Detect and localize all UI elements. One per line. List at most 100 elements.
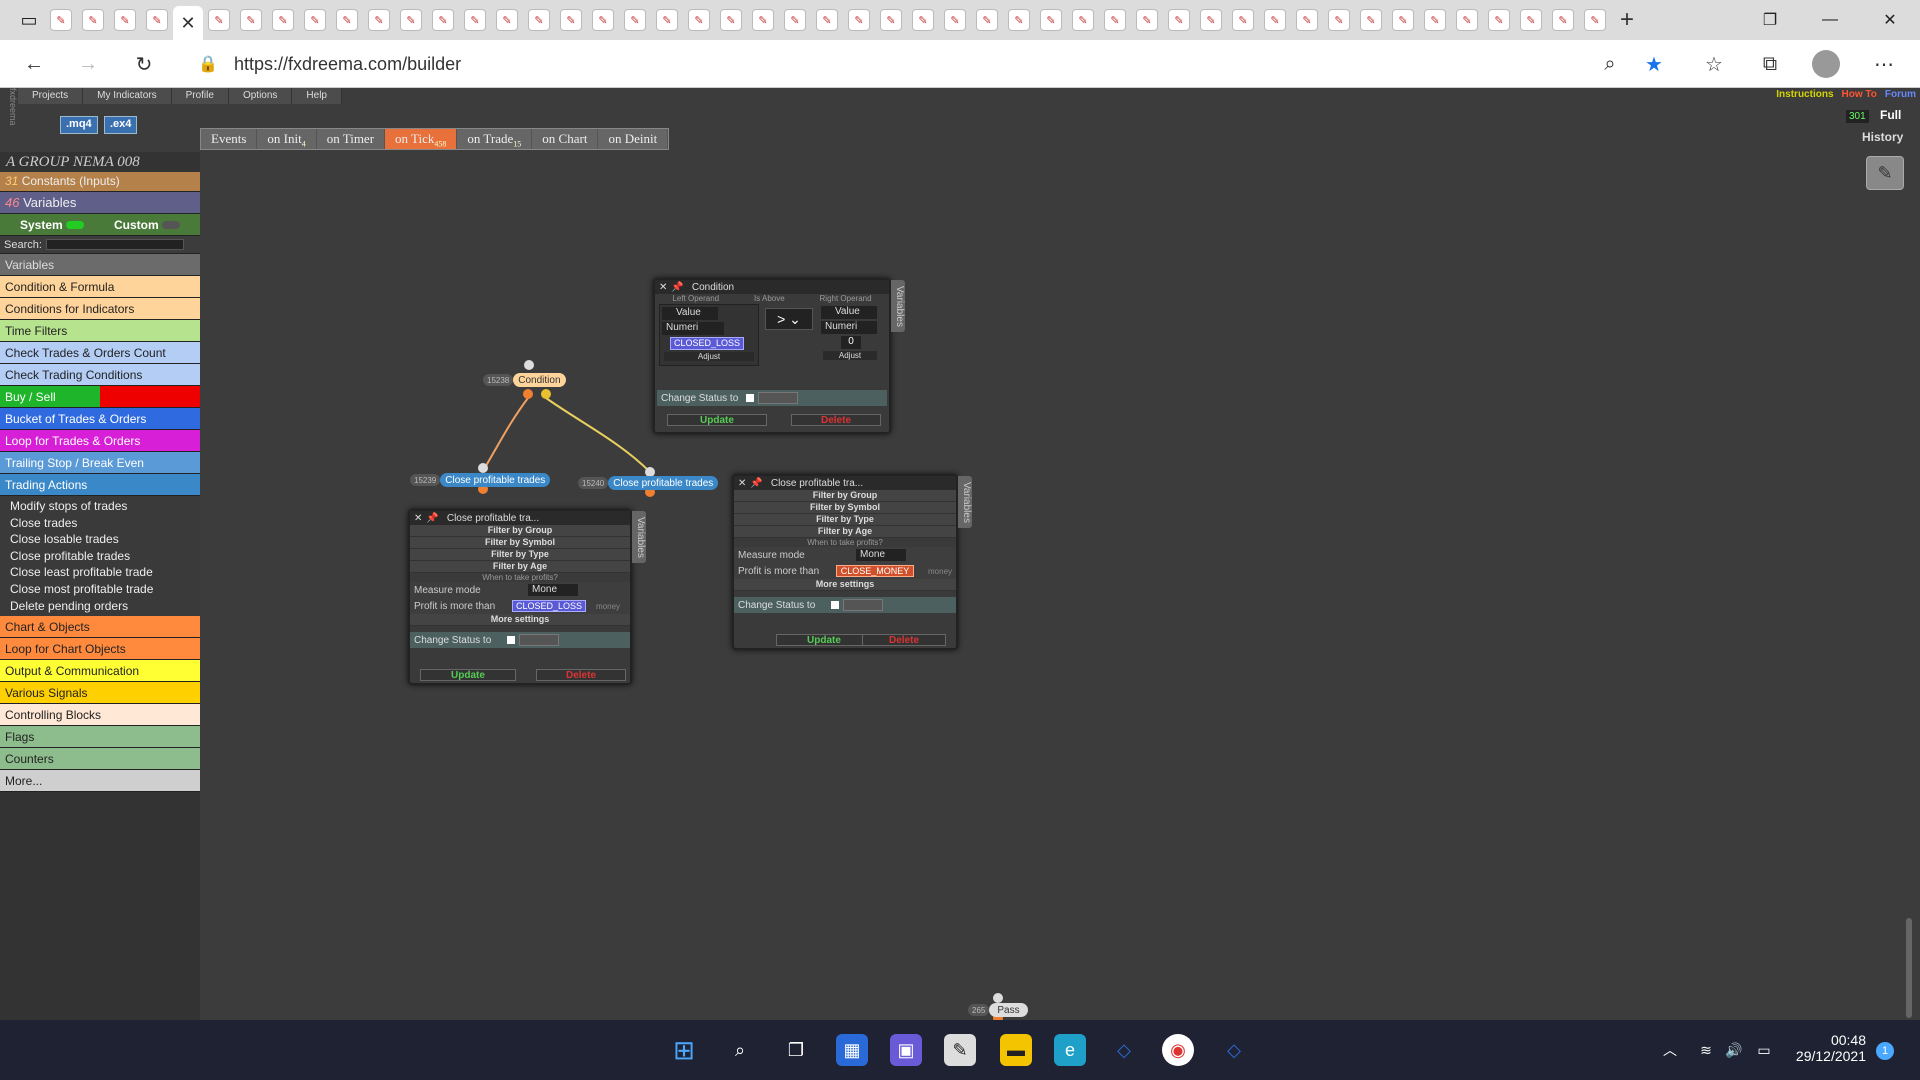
browser-tab-icon[interactable]: ✎ <box>592 9 614 31</box>
trading-action-item[interactable]: Delete pending orders <box>0 598 200 615</box>
browser-tab-icon[interactable]: ✎ <box>464 9 486 31</box>
pin-icon[interactable]: 📌 <box>671 282 683 293</box>
pin-icon[interactable]: 📌 <box>750 478 762 489</box>
right-adjust-button[interactable]: Adjust <box>823 351 877 360</box>
browser-tab-icon[interactable]: ✎ <box>976 9 998 31</box>
browser-tab-icon[interactable]: ✎ <box>1168 9 1190 31</box>
category-categories2-2[interactable]: Output & Communication <box>0 660 200 683</box>
update-button[interactable]: Update <box>420 669 516 681</box>
change-status-input[interactable] <box>843 599 884 611</box>
category-categories-1[interactable]: Condition & Formula <box>0 276 200 298</box>
update-button[interactable]: Update <box>667 414 767 426</box>
category-categories2-3[interactable]: Various Signals <box>0 682 200 705</box>
category-categories-5[interactable]: Check Trading Conditions <box>0 364 200 386</box>
search-input[interactable] <box>45 239 184 250</box>
variables-tab[interactable]: Variables <box>632 511 646 563</box>
more-menu-icon[interactable]: ⋯ <box>1868 48 1900 80</box>
browser-tab-icon[interactable]: ✎ <box>944 9 966 31</box>
trading-action-item[interactable]: Modify stops of trades <box>0 498 200 515</box>
browser-tab-icon[interactable]: ✎ <box>1200 9 1222 31</box>
browser-tab-icon[interactable]: ✎ <box>560 9 582 31</box>
browser-tab-icon[interactable]: ✎ <box>656 9 678 31</box>
category-categories-8[interactable]: Loop for Trades & Orders <box>0 430 200 452</box>
history-button[interactable]: History <box>1862 130 1903 144</box>
menu-options[interactable]: Options <box>229 88 293 104</box>
browser-tab-icon[interactable]: ✎ <box>50 9 72 31</box>
change-status-input[interactable] <box>519 634 560 646</box>
browser-tab-icon[interactable]: ✎ <box>400 9 422 31</box>
builder-canvas[interactable]: 15238 Condition 15239 Close profitable t… <box>200 152 1920 1020</box>
browser-tab-icon[interactable]: ✎ <box>146 9 168 31</box>
tray-chevron-icon[interactable]: ︿ <box>1654 1034 1686 1066</box>
clock[interactable]: 00:48 29/12/2021 <box>1794 1032 1866 1064</box>
browser-tab-icon[interactable]: ✎ <box>752 9 774 31</box>
menu-profile[interactable]: Profile <box>172 88 229 104</box>
metaeditor-icon-1[interactable]: ◇ <box>1108 1034 1140 1066</box>
browser-tab-icon[interactable]: ✎ <box>1104 9 1126 31</box>
chrome-icon[interactable]: ◉ <box>1162 1034 1194 1066</box>
change-status-checkbox[interactable] <box>831 601 840 609</box>
category-categories-4[interactable]: Check Trades & Orders Count <box>0 342 200 364</box>
browser-tab-icon[interactable]: ✎ <box>496 9 518 31</box>
browser-tab-icon[interactable]: ✎ <box>114 9 136 31</box>
favorites-icon[interactable]: ☆ <box>1698 48 1730 80</box>
measure-mode-select[interactable]: Mone <box>856 549 906 561</box>
trading-action-item[interactable]: Close most profitable trade <box>0 581 200 598</box>
menu-help[interactable]: Help <box>292 88 342 104</box>
category-categories-6[interactable]: Buy / Sell <box>0 386 200 408</box>
start-icon[interactable]: ⊞ <box>668 1034 700 1066</box>
measure-mode-select[interactable]: Mone <box>528 584 578 596</box>
category-categories-3[interactable]: Time Filters <box>0 320 200 342</box>
close-panel-icon[interactable]: ✕ <box>659 282 667 293</box>
browser-tab-icon[interactable]: ✎ <box>1552 9 1574 31</box>
event-tab-2[interactable]: on Timer <box>317 129 386 149</box>
event-tab-4[interactable]: on Trade15 <box>457 129 533 149</box>
widgets-icon[interactable]: ▦ <box>836 1034 868 1066</box>
right-type-select[interactable]: Value <box>821 306 877 319</box>
new-tab-button[interactable]: + <box>1616 6 1638 33</box>
delete-button[interactable]: Delete <box>536 669 626 681</box>
url-field[interactable]: 🔒 https://fxdreema.com/builder <box>180 46 1660 82</box>
delete-button[interactable]: Delete <box>791 414 881 426</box>
profit-value-field[interactable]: CLOSE_MONEY <box>836 565 914 577</box>
left-adjust-button[interactable]: Adjust <box>664 352 754 361</box>
collections-icon[interactable]: ⧉ <box>1754 48 1786 80</box>
link-instructions[interactable]: Instructions <box>1776 89 1833 100</box>
project-title[interactable]: A GROUP NEMA 008 <box>0 152 200 172</box>
trading-action-item[interactable]: Close trades <box>0 515 200 532</box>
browser-tab-icon[interactable]: ✎ <box>208 9 230 31</box>
back-button[interactable]: ← <box>18 48 50 80</box>
variables-tab[interactable]: Variables <box>891 280 905 332</box>
filter-by-type[interactable]: Filter by Type <box>410 549 630 561</box>
category-categories-7[interactable]: Bucket of Trades & Orders <box>0 408 200 430</box>
full-button[interactable]: Full <box>1880 108 1901 122</box>
pin-icon[interactable]: 📌 <box>426 513 438 524</box>
browser-tab-icon[interactable]: ✎ <box>336 9 358 31</box>
teams-chat-icon[interactable]: ▣ <box>890 1034 922 1066</box>
event-tab-6[interactable]: on Deinit <box>598 129 669 149</box>
link-how-to[interactable]: How To <box>1842 89 1877 100</box>
update-button[interactable]: Update <box>776 634 872 646</box>
mq4-button[interactable]: .mq4 <box>60 116 98 134</box>
system-toggle[interactable]: System <box>20 218 85 232</box>
notepad-icon[interactable]: ✎ <box>944 1034 976 1066</box>
browser-tab-icon[interactable]: ✎ <box>1008 9 1030 31</box>
category-categories-9[interactable]: Trailing Stop / Break Even <box>0 452 200 474</box>
filter-by-age[interactable]: Filter by Age <box>734 526 956 538</box>
browser-tab-icon[interactable]: ✎ <box>272 9 294 31</box>
change-status-checkbox[interactable] <box>507 636 516 644</box>
event-tab-1[interactable]: on Init4 <box>257 129 317 149</box>
left-kind-select[interactable]: Numeri <box>662 322 724 335</box>
browser-tab-icon[interactable]: ✎ <box>1584 9 1606 31</box>
variables-tab[interactable]: Variables <box>958 476 972 528</box>
browser-tab-icon[interactable]: ✎ <box>432 9 454 31</box>
browser-tab-icon[interactable]: ✎ <box>1136 9 1158 31</box>
link-forum[interactable]: Forum <box>1885 89 1916 100</box>
browser-tab-icon[interactable]: ✎ <box>1360 9 1382 31</box>
left-type-select[interactable]: Value <box>662 307 718 320</box>
delete-button[interactable]: Delete <box>862 634 946 646</box>
event-tab-0[interactable]: Events <box>201 129 258 149</box>
right-kind-select[interactable]: Numeri <box>821 321 877 334</box>
left-value-field[interactable]: CLOSED_LOSS <box>670 337 744 350</box>
category-categories2-0[interactable]: Chart & Objects <box>0 616 200 639</box>
